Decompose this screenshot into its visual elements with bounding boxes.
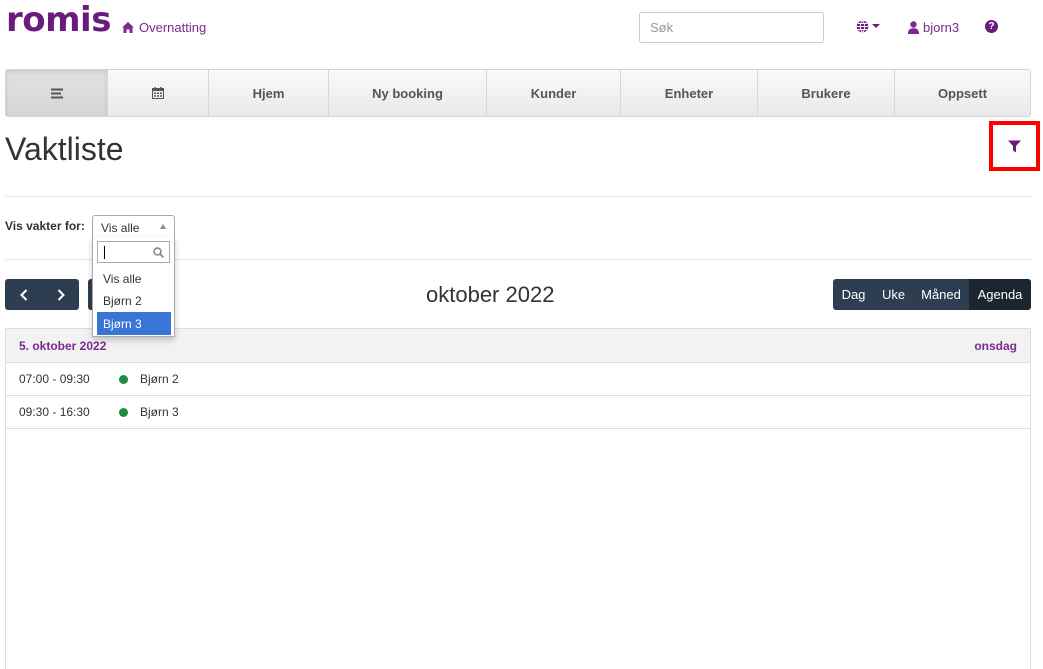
agenda-event-row[interactable]: 07:00 - 09:30 Bjørn 2	[6, 363, 1030, 396]
event-title[interactable]: Bjørn 3	[140, 405, 179, 419]
text-cursor	[104, 246, 105, 259]
view-maned-button[interactable]: Måned	[913, 279, 969, 310]
chevron-left-icon	[19, 288, 27, 301]
globe-icon	[856, 20, 869, 33]
calendar-icon	[152, 87, 164, 99]
caret-down-icon	[872, 24, 880, 28]
dropdown-option[interactable]: Vis alle	[97, 267, 171, 290]
top-header: romis Overnatting bjorn3 ?	[0, 0, 1043, 56]
filter-icon	[1008, 140, 1021, 152]
nav-brukere[interactable]: Brukere	[758, 70, 895, 116]
calendar-nav-group	[5, 279, 79, 310]
view-switcher: Dag Uke Måned Agenda	[833, 279, 1031, 310]
event-time: 09:30 - 16:30	[19, 405, 90, 419]
nav-enheter[interactable]: Enheter	[621, 70, 758, 116]
filter-button[interactable]	[989, 121, 1040, 171]
agenda-weekday[interactable]: onsdag	[974, 339, 1017, 353]
select-value: Vis alle	[101, 221, 140, 235]
caret-up-icon	[160, 224, 166, 229]
view-uke-button[interactable]: Uke	[874, 279, 913, 310]
divider	[5, 196, 1031, 197]
nav-hjem[interactable]: Hjem	[209, 70, 329, 116]
overnatting-link[interactable]: Overnatting	[121, 20, 206, 35]
nav-ny-booking[interactable]: Ny booking	[329, 70, 487, 116]
event-color-dot	[119, 374, 128, 384]
search-input[interactable]	[639, 12, 824, 43]
chevron-right-icon	[57, 288, 65, 301]
home-icon	[122, 22, 134, 33]
page-title: Vaktliste	[5, 131, 124, 167]
shift-filter-select[interactable]: Vis alle	[92, 215, 175, 238]
main-navbar: Hjem Ny booking Kunder Enheter Brukere O…	[5, 69, 1031, 117]
prev-button[interactable]	[5, 279, 42, 310]
view-dag-button[interactable]: Dag	[833, 279, 874, 310]
language-button[interactable]	[856, 20, 880, 33]
search-icon	[153, 247, 164, 258]
shift-filter-label: Vis vakter for:	[5, 219, 85, 233]
shift-filter-dropdown: Vis alle Bjørn 2 Bjørn 3	[92, 237, 175, 337]
dropdown-option[interactable]: Bjørn 2	[97, 289, 171, 312]
user-menu[interactable]: bjorn3	[908, 20, 959, 35]
agenda-list: 5. oktober 2022 onsdag 07:00 - 09:30 Bjø…	[5, 328, 1031, 669]
menu-icon	[50, 88, 63, 98]
user-icon	[908, 21, 919, 34]
overnatting-label: Overnatting	[139, 20, 207, 35]
nav-calendar[interactable]	[108, 70, 209, 116]
nav-menu-toggle[interactable]	[6, 70, 108, 116]
agenda-date[interactable]: 5. oktober 2022	[19, 339, 106, 353]
agenda-event-row[interactable]: 09:30 - 16:30 Bjørn 3	[6, 396, 1030, 429]
nav-kunder[interactable]: Kunder	[487, 70, 621, 116]
username-label: bjorn3	[923, 20, 960, 35]
nav-oppsett[interactable]: Oppsett	[895, 70, 1030, 116]
view-agenda-button[interactable]: Agenda	[969, 279, 1031, 310]
help-icon[interactable]: ?	[985, 20, 998, 33]
event-time: 07:00 - 09:30	[19, 372, 90, 386]
dropdown-option-highlighted[interactable]: Bjørn 3	[97, 312, 171, 335]
next-button[interactable]	[42, 279, 79, 310]
dropdown-search-input[interactable]	[97, 241, 170, 263]
calendar-title: oktober 2022	[426, 282, 555, 307]
event-color-dot	[119, 407, 128, 417]
romis-logo[interactable]: romis	[6, 0, 111, 40]
event-title[interactable]: Bjørn 2	[140, 372, 179, 386]
